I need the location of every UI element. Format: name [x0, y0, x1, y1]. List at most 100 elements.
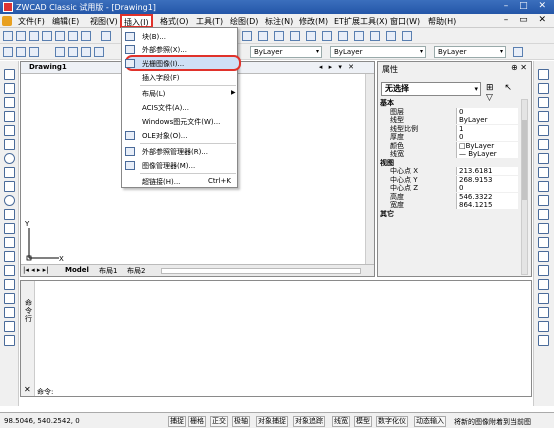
join-icon[interactable] [538, 237, 549, 248]
menu-item-xref[interactable]: 外部参照(X)... [142, 45, 187, 55]
menu-item-ole[interactable]: OLE对象(O)... [142, 131, 187, 141]
property-value[interactable]: 0 [456, 184, 518, 192]
zoom-icon[interactable] [258, 31, 268, 41]
menu-edit[interactable]: 编辑(E) [50, 16, 81, 27]
property-row[interactable]: 中心点 X 213.6181 [380, 167, 520, 176]
property-value[interactable]: 546.3322 [456, 192, 518, 201]
menu-dimension[interactable]: 标注(N) [263, 16, 295, 27]
property-row[interactable]: 线型 ByLayer [380, 116, 520, 125]
property-value[interactable]: 213.6181 [456, 167, 518, 175]
ortho-toggle[interactable]: 正交 [210, 416, 228, 427]
rectangle-icon[interactable] [4, 125, 15, 136]
property-category[interactable]: 视图 [380, 159, 520, 168]
menu-insert[interactable]: 插入(I) [120, 14, 153, 28]
menu-item-layout[interactable]: 布局(L) [142, 89, 165, 99]
make-block-icon[interactable] [4, 237, 15, 248]
doc-window-controls[interactable]: – ▭ ✕ [504, 15, 550, 25]
mirror-icon[interactable] [538, 97, 549, 108]
gradient-icon[interactable] [4, 279, 15, 290]
explode-icon[interactable] [538, 279, 549, 290]
window-controls[interactable]: – □ ✕ [504, 1, 550, 11]
help-icon[interactable] [402, 31, 412, 41]
arc-icon[interactable] [4, 139, 15, 150]
insert-block-icon[interactable] [4, 223, 15, 234]
scale-icon[interactable] [538, 167, 549, 178]
cloud-icon[interactable] [4, 167, 15, 178]
markup-icon[interactable] [386, 31, 396, 41]
model-toggle[interactable]: 模型 [354, 416, 372, 427]
property-category[interactable]: 基本 [380, 99, 520, 108]
calculator-icon[interactable] [354, 31, 364, 41]
print-icon[interactable] [42, 31, 52, 41]
snap-toggle[interactable]: 捕捉 [168, 416, 186, 427]
sheet-set-icon[interactable] [370, 31, 380, 41]
property-value[interactable]: 0 [456, 133, 518, 141]
layer-previous-icon[interactable] [29, 47, 39, 57]
property-value[interactable]: □ByLayer [456, 141, 518, 150]
tab-layout1[interactable]: 布局1 [99, 266, 117, 276]
table-icon[interactable] [4, 307, 15, 318]
menu-item-block[interactable]: 块(B)... [142, 32, 166, 42]
circle-icon[interactable] [4, 153, 15, 164]
rotate-icon[interactable] [538, 153, 549, 164]
menu-et-tools[interactable]: ET扩展工具(X) [332, 16, 390, 27]
property-row[interactable]: 颜色 □ByLayer [380, 141, 520, 151]
selection-combo[interactable]: 无选择 ▾ [381, 82, 481, 96]
save-icon[interactable] [29, 31, 39, 41]
menu-item-hyperlink[interactable]: 超链接(H)... [142, 177, 180, 187]
new-icon[interactable] [3, 31, 13, 41]
property-value[interactable]: 268.9153 [456, 175, 518, 184]
publish-icon[interactable] [68, 31, 78, 41]
property-row[interactable]: 线宽 — ByLayer [380, 150, 520, 159]
menu-item-image-manager[interactable]: 图像管理器(M)... [142, 161, 195, 171]
offset-icon[interactable] [538, 111, 549, 122]
matchprop-icon[interactable] [538, 321, 549, 332]
align-icon[interactable] [538, 293, 549, 304]
polygon-icon[interactable] [4, 111, 15, 122]
sun-icon[interactable] [68, 47, 78, 57]
lengthen-icon[interactable] [538, 307, 549, 318]
properties-scrollbar[interactable] [521, 99, 528, 275]
layer-manager-icon[interactable] [3, 47, 13, 57]
menu-item-raster-image[interactable]: 光栅图像(I)... [142, 59, 184, 69]
distance-icon[interactable] [538, 335, 549, 346]
drawing-vertical-scrollbar[interactable] [365, 74, 374, 264]
cut-icon[interactable] [101, 31, 111, 41]
dyn-input-toggle[interactable]: 动态输入 [414, 416, 446, 427]
tab-layout2[interactable]: 布局2 [127, 266, 145, 276]
zoom-prev-icon[interactable] [290, 31, 300, 41]
menu-format[interactable]: 格式(O) [158, 16, 191, 27]
otrack-toggle[interactable]: 对象追踪 [293, 416, 325, 427]
horizontal-scrollbar[interactable] [161, 268, 361, 274]
menu-window[interactable]: 窗口(W) [388, 16, 422, 27]
stretch-icon[interactable] [538, 181, 549, 192]
drawing-tab[interactable]: Drawing1 [29, 63, 67, 71]
property-row[interactable]: 中心点 Z 0 [380, 184, 520, 193]
region-icon[interactable] [4, 293, 15, 304]
xline-icon[interactable] [4, 83, 15, 94]
menu-tools[interactable]: 工具(T) [194, 16, 225, 27]
find-icon[interactable] [81, 31, 91, 41]
grid-toggle[interactable]: 栅格 [188, 416, 206, 427]
zoom-window-icon[interactable] [274, 31, 284, 41]
bulb-icon[interactable] [55, 47, 65, 57]
point-icon[interactable] [4, 251, 15, 262]
extend-icon[interactable] [538, 209, 549, 220]
lock-icon[interactable] [81, 47, 91, 57]
property-value[interactable]: — ByLayer [456, 150, 518, 158]
line-icon[interactable] [4, 69, 15, 80]
menu-file[interactable]: 文件(F) [16, 16, 47, 27]
property-row[interactable]: 宽度 864.1215 [380, 201, 520, 210]
property-row[interactable]: 图层 0 [380, 107, 520, 117]
property-value[interactable]: 0 [456, 107, 518, 116]
command-window[interactable]: 命令行 ✕ 命令: [20, 280, 532, 397]
lineweight-combo[interactable]: ByLayer ▾ [434, 46, 506, 58]
polar-toggle[interactable]: 极轴 [232, 416, 250, 427]
erase-icon[interactable] [538, 69, 549, 80]
menu-item-field[interactable]: 插入字段(F) [142, 73, 180, 83]
tablet-toggle[interactable]: 数字化仪 [376, 416, 408, 427]
color-combo[interactable]: ByLayer ▾ [250, 46, 322, 58]
fillet-icon[interactable] [538, 265, 549, 276]
array-icon[interactable] [538, 125, 549, 136]
tab-model[interactable]: Model [65, 266, 89, 274]
